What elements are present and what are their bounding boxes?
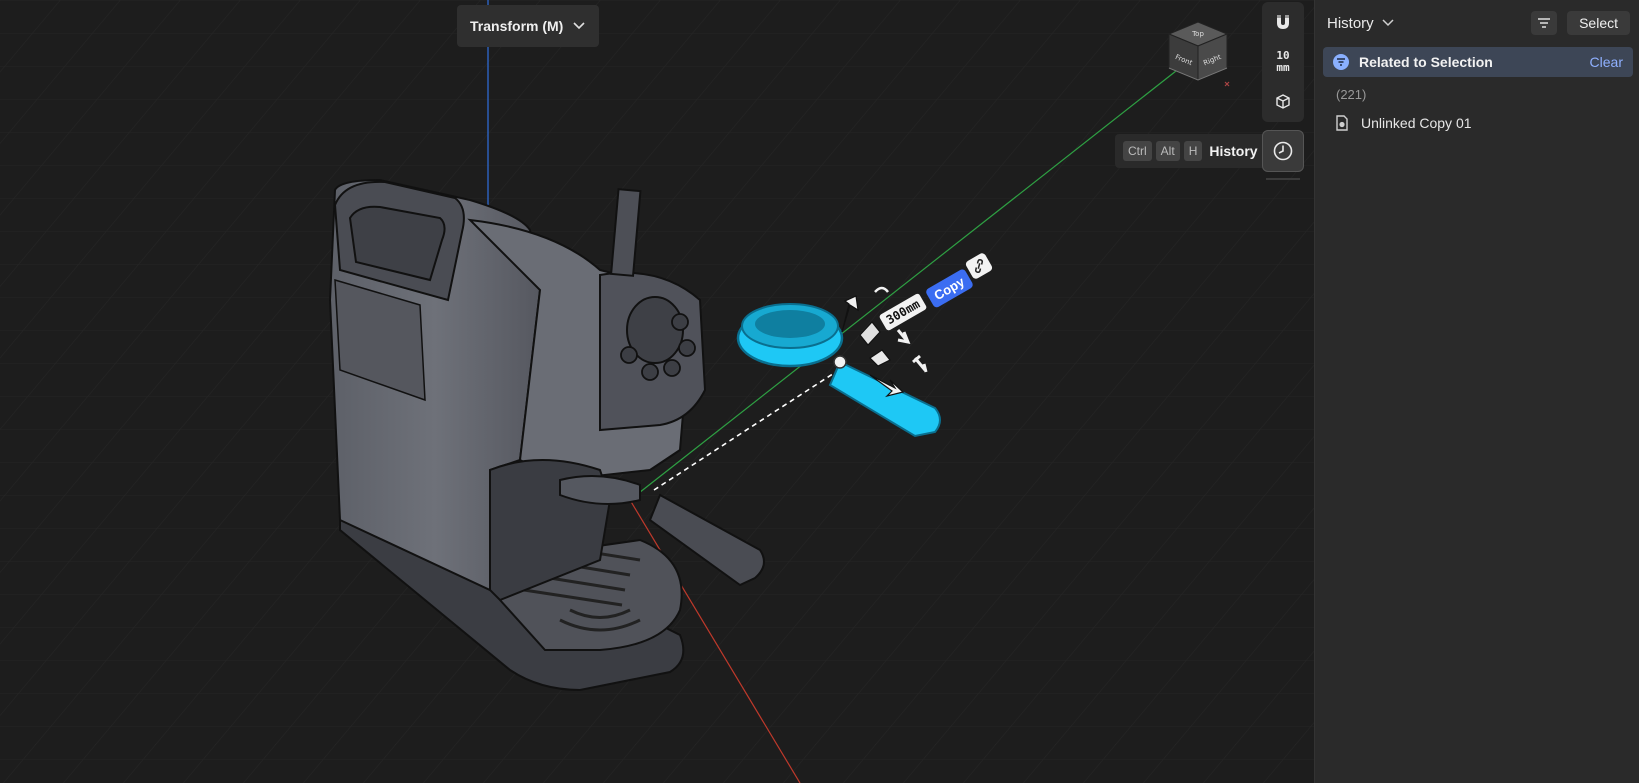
view-cube[interactable]: Top Front Right (1163, 18, 1233, 92)
cube-axis-icon (1276, 94, 1290, 109)
history-toggle-button[interactable] (1262, 130, 1304, 172)
toolbar-divider (1266, 178, 1300, 180)
axis-view-button[interactable] (1262, 82, 1304, 122)
select-button[interactable]: Select (1567, 11, 1630, 35)
transform-mode-label: Transform (M) (470, 18, 564, 34)
filter-button[interactable] (1531, 11, 1558, 35)
clear-button[interactable]: Clear (1590, 54, 1623, 70)
component-icon (1336, 115, 1348, 131)
chevron-down-icon (1382, 19, 1394, 27)
key-ctrl: Ctrl (1123, 141, 1152, 161)
history-count: (221) (1336, 87, 1367, 102)
history-panel: History Select Related to Selection Clea… (1314, 0, 1639, 783)
grid-size-unit: mm (1276, 61, 1290, 74)
related-to-selection-filter[interactable]: Related to Selection Clear (1323, 47, 1633, 77)
transform-mode-dropdown[interactable]: Transform (M) (457, 5, 599, 47)
scene-canvas[interactable] (0, 0, 1314, 783)
view-toolbar: 10 mm (1262, 2, 1304, 122)
panel-title-dropdown[interactable]: History (1327, 15, 1394, 32)
grid-size-button[interactable]: 10 mm (1262, 42, 1304, 82)
panel-header: History Select (1315, 0, 1639, 46)
filter-circle-icon (1333, 54, 1349, 70)
tooltip-label: History (1209, 143, 1258, 159)
chevron-down-icon (573, 22, 585, 30)
related-label: Related to Selection (1359, 54, 1493, 70)
3d-viewport[interactable]: Transform (M) 300mm Copy Top Front Right… (0, 0, 1314, 783)
list-item[interactable]: Unlinked Copy 01 (1335, 115, 1472, 131)
snap-button[interactable] (1262, 2, 1304, 42)
magnet-icon (1277, 15, 1289, 29)
panel-title: History (1327, 14, 1374, 32)
key-alt: Alt (1155, 141, 1180, 161)
clock-icon (1273, 141, 1293, 161)
key-h: H (1183, 141, 1203, 161)
viewcube-top-label: Top (1191, 30, 1204, 38)
filter-icon (1538, 18, 1551, 28)
history-shortcut-tooltip: Ctrl Alt H History (1115, 134, 1266, 168)
history-item-label: Unlinked Copy 01 (1361, 115, 1472, 131)
pivot-point (833, 355, 847, 369)
